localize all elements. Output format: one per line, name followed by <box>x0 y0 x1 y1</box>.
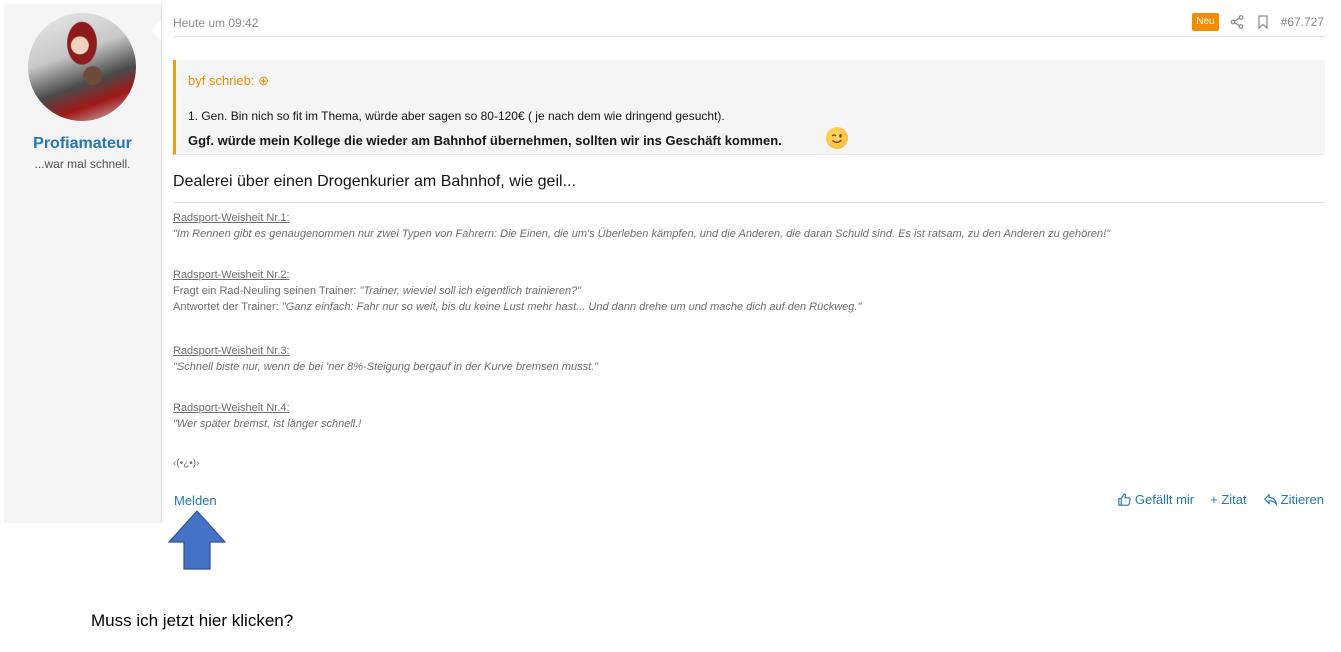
signature-line: Fragt ein Rad-Neuling seinen Trainer: "T… <box>173 283 1324 299</box>
signature-wisdom-3: Radsport-Weisheit Nr.3: "Schnell biste n… <box>173 343 1324 375</box>
signature-title: Radsport-Weisheit Nr.2: <box>173 269 290 281</box>
username-link[interactable]: Profiamateur <box>4 135 161 153</box>
quote-author-link[interactable]: byf schrieb: ⊕ <box>188 73 269 89</box>
annotation-question: Muss ich jetzt hier klicken? <box>91 611 294 630</box>
reply-quote-button[interactable]: Zitieren <box>1263 492 1324 507</box>
signature-divider <box>173 202 1324 203</box>
avatar[interactable] <box>28 13 136 121</box>
share-icon[interactable] <box>1229 14 1245 30</box>
signature-text: Antwortet der Trainer: <box>173 301 282 313</box>
thumbs-up-icon <box>1118 493 1131 506</box>
signature-wisdom-1: Radsport-Weisheit Nr.1: "Im Rennen gibt … <box>173 210 1324 242</box>
reply-label: Zitieren <box>1280 492 1324 507</box>
avatar-pointer <box>151 20 161 40</box>
quote-header: byf schrieb: ⊕ <box>176 60 1325 96</box>
like-label: Gefällt mir <box>1134 492 1195 507</box>
signature-title: Radsport-Weisheit Nr.1: <box>173 212 290 224</box>
signature-text: "Im Rennen gibt es genaugenommen nur zwe… <box>173 228 1111 240</box>
reply-icon <box>1263 493 1277 507</box>
wink-emoji-icon <box>826 127 848 149</box>
user-sidebar: Profiamateur ...war mal schnell. <box>4 4 162 523</box>
bookmark-icon[interactable] <box>1255 14 1271 30</box>
plus-quote-label: + Zitat <box>1210 492 1247 507</box>
quote-text-bold-line: Ggf. würde mein Kollege die wieder am Ba… <box>188 133 782 148</box>
signature-quote: "Ganz einfach: Fahr nur so weit, bis du … <box>281 301 862 313</box>
up-arrow-annotation <box>168 510 226 570</box>
signature-text: Fragt ein Rad-Neuling seinen Trainer: <box>173 285 360 297</box>
post-number-link[interactable]: #67.727 <box>1281 15 1324 29</box>
signature-text: "Wer später bremst, ist länger schnell.! <box>173 418 362 430</box>
post-timestamp[interactable]: Heute um 09:42 <box>173 16 258 30</box>
signature-wisdom-4: Radsport-Weisheit Nr.4: "Wer später brem… <box>173 400 1324 432</box>
signature-line: Antwortet der Trainer: "Ganz einfach: Fa… <box>173 299 1324 315</box>
signature-text: "Schnell biste nur, wenn de bei 'ner 8%-… <box>173 361 599 373</box>
new-badge: Neu <box>1192 13 1219 31</box>
user-title: ...war mal schnell. <box>34 157 131 171</box>
post-actions: Gefällt mir + Zitat Zitieren <box>1117 492 1324 507</box>
quote-text-line: 1. Gen. Bin nich so fit im Thema, würde … <box>188 109 725 123</box>
signature-smiley: ‹(•¿•)› <box>173 458 200 469</box>
like-button[interactable]: Gefällt mir <box>1117 492 1194 507</box>
post-main: Heute um 09:42 Neu #67.727 byf schrieb: … <box>173 4 1325 523</box>
post-header-actions: Neu #67.727 <box>1192 13 1324 31</box>
signature-quote: "Trainer, wieviel soll ich eigentlich tr… <box>359 285 582 297</box>
signature-title: Radsport-Weisheit Nr.3: <box>173 345 290 357</box>
post-header: Heute um 09:42 Neu #67.727 <box>173 4 1324 37</box>
forum-post: Profiamateur ...war mal schnell. Heute u… <box>4 4 1334 523</box>
signature-wisdom-2: Radsport-Weisheit Nr.2: Fragt ein Rad-Ne… <box>173 267 1324 315</box>
report-link[interactable]: Melden <box>174 493 217 508</box>
post-message: Dealerei über einen Drogenkurier am Bahn… <box>173 173 576 190</box>
signature-title: Radsport-Weisheit Nr.4: <box>173 402 290 414</box>
quote-block: byf schrieb: ⊕ 1. Gen. Bin nich so fit i… <box>173 60 1325 155</box>
plus-quote-button[interactable]: + Zitat <box>1210 492 1247 507</box>
